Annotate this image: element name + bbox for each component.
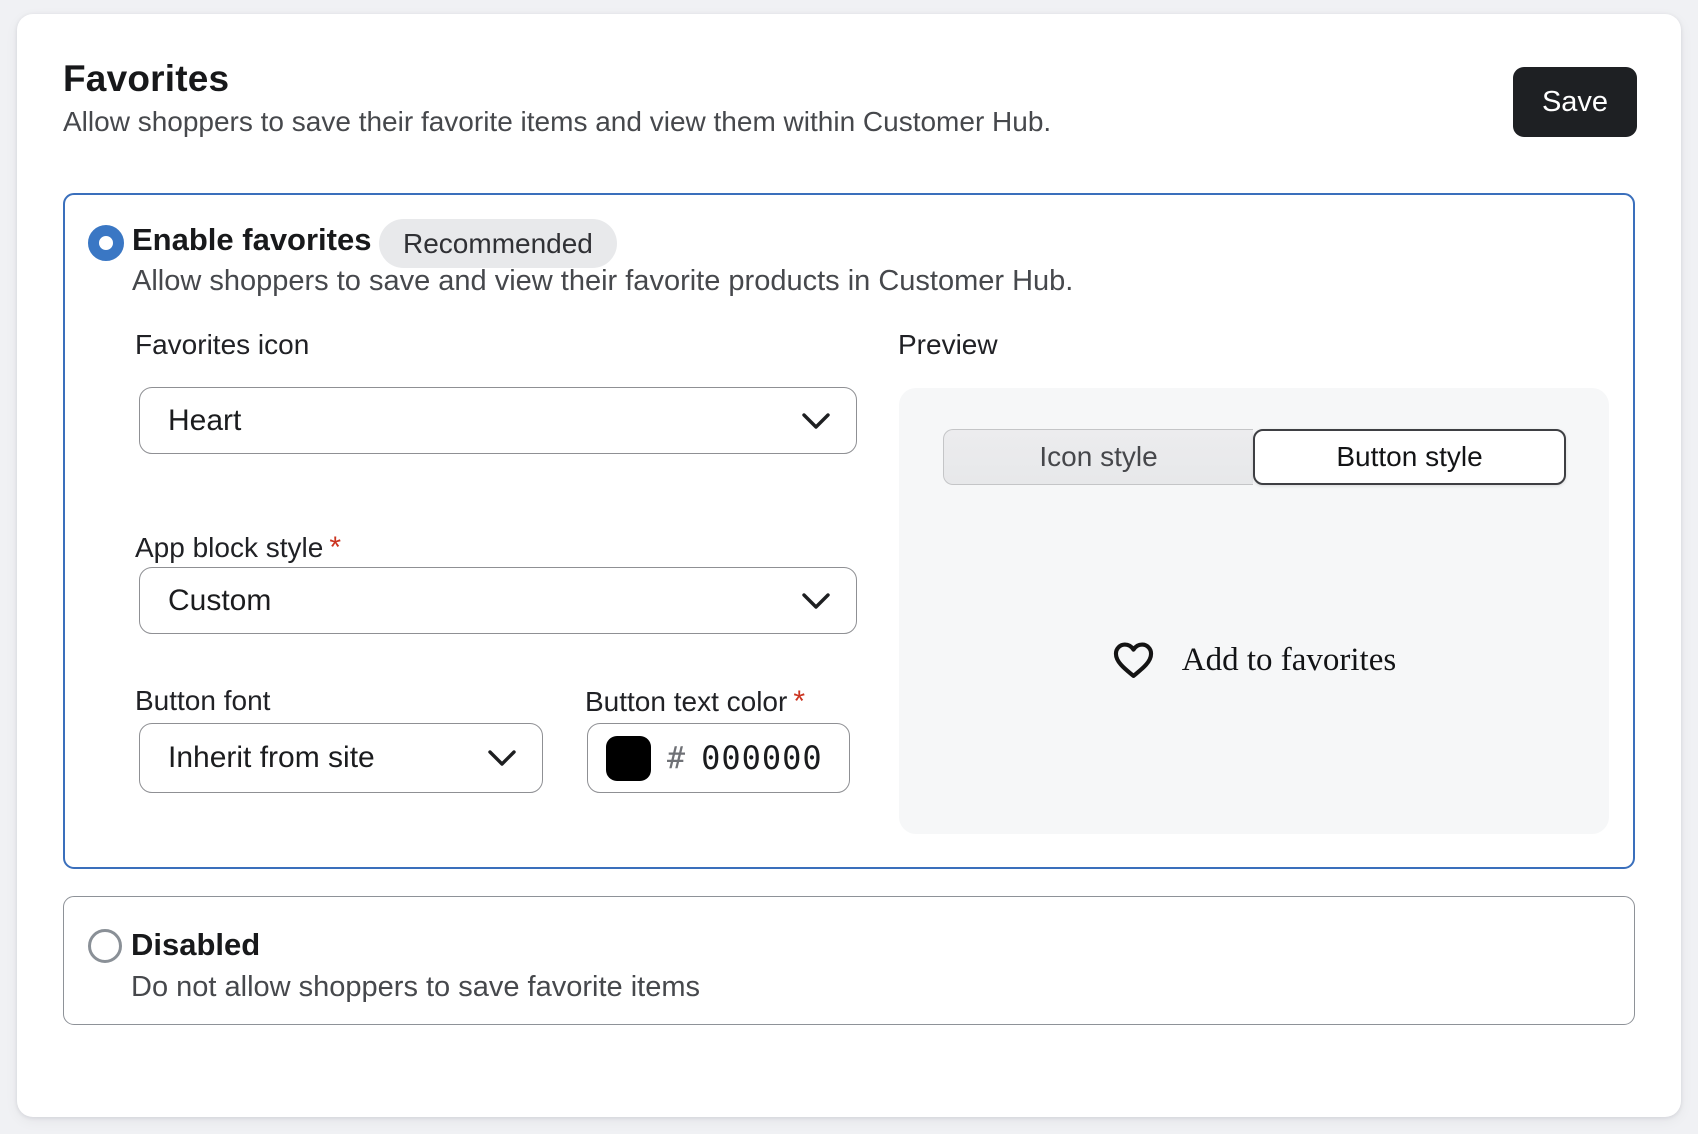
settings-card: Favorites Allow shoppers to save their f… xyxy=(17,14,1681,1117)
preview-label: Preview xyxy=(898,329,998,361)
favorites-icon-value: Heart xyxy=(168,404,241,438)
heart-outline-icon xyxy=(1112,640,1155,681)
disabled-description: Do not allow shoppers to save favorite i… xyxy=(131,971,700,1004)
disabled-option-card[interactable]: Disabled Do not allow shoppers to save f… xyxy=(63,896,1635,1025)
enable-favorites-option-card[interactable]: Enable favorites Recommended Allow shopp… xyxy=(63,193,1635,869)
chevron-down-icon xyxy=(802,413,830,429)
button-text-color-input[interactable]: # 000000 xyxy=(587,723,850,793)
button-text-color-label: Button text color* xyxy=(585,685,805,719)
tab-icon-style[interactable]: Icon style xyxy=(943,429,1253,485)
favorites-icon-select[interactable]: Heart xyxy=(139,387,857,454)
chevron-down-icon xyxy=(802,593,830,609)
app-block-style-value: Custom xyxy=(168,584,271,618)
hex-value[interactable]: 000000 xyxy=(701,739,823,777)
enable-favorites-title: Enable favorites xyxy=(132,222,371,258)
enable-favorites-description: Allow shoppers to save and view their fa… xyxy=(132,265,1073,298)
disabled-title: Disabled xyxy=(131,927,260,963)
button-font-select[interactable]: Inherit from site xyxy=(139,723,543,793)
enable-favorites-radio[interactable] xyxy=(88,225,124,261)
tab-button-style[interactable]: Button style xyxy=(1253,429,1566,485)
favorites-icon-label: Favorites icon xyxy=(135,329,309,361)
color-swatch[interactable] xyxy=(606,736,651,781)
add-to-favorites-preview-button[interactable]: Add to favorites xyxy=(899,640,1609,681)
recommended-badge: Recommended xyxy=(379,219,617,268)
button-font-label: Button font xyxy=(135,685,270,717)
page-title: Favorites xyxy=(63,58,229,100)
app-block-style-label: App block style* xyxy=(135,531,341,565)
chevron-down-icon xyxy=(488,750,516,766)
page-subtitle: Allow shoppers to save their favorite it… xyxy=(63,106,1051,138)
button-text-color-label-text: Button text color xyxy=(585,686,787,717)
app-block-style-label-text: App block style xyxy=(135,532,323,563)
button-font-value: Inherit from site xyxy=(168,741,375,775)
hex-hash-prefix: # xyxy=(667,741,685,776)
add-to-favorites-text: Add to favorites xyxy=(1182,642,1396,679)
preview-style-tabs: Icon style Button style xyxy=(943,429,1566,485)
save-button[interactable]: Save xyxy=(1513,67,1637,137)
required-asterisk: * xyxy=(329,531,341,564)
app-block-style-select[interactable]: Custom xyxy=(139,567,857,634)
required-asterisk: * xyxy=(793,685,805,718)
disabled-radio[interactable] xyxy=(88,929,122,963)
preview-panel: Icon style Button style Add to favorites xyxy=(899,388,1609,834)
